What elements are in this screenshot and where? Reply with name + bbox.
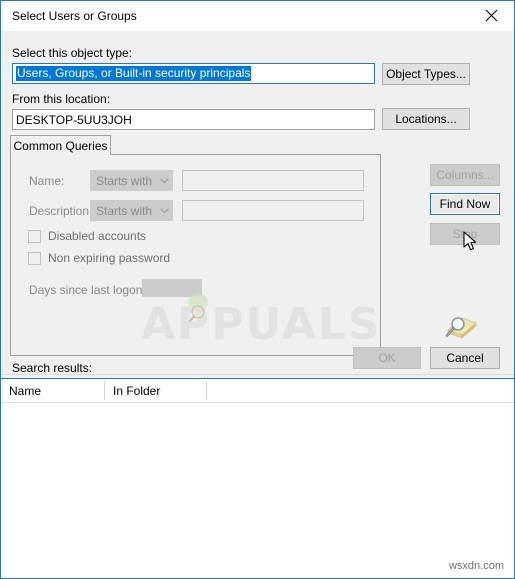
find-now-button[interactable]: Find Now [430, 193, 500, 215]
footer-divider [1, 374, 514, 375]
chevron-down-icon [155, 177, 173, 184]
non-expiring-password-checkbox[interactable]: Non expiring password [28, 251, 170, 265]
description-label: Description: [29, 204, 93, 218]
chevron-down-icon [155, 207, 173, 214]
columns-button[interactable]: Columns... [430, 164, 500, 186]
location-value: DESKTOP-5UU3JOH [16, 112, 132, 127]
ok-button[interactable]: OK [353, 347, 421, 369]
object-type-value: Users, Groups, or Built-in security prin… [16, 66, 252, 81]
stop-button[interactable]: Stop [430, 223, 500, 245]
locations-button[interactable]: Locations... [382, 108, 470, 130]
name-value-input[interactable] [182, 170, 364, 191]
search-results-label: Search results: [12, 361, 93, 375]
column-header-in-folder[interactable]: In Folder [105, 379, 206, 402]
non-expiring-password-label: Non expiring password [48, 251, 171, 265]
title-bar: Select Users or Groups [1, 1, 514, 31]
search-results-list[interactable]: Name In Folder [1, 378, 514, 578]
name-label: Name: [29, 174, 65, 188]
description-operator-value: Starts with [96, 203, 153, 218]
location-input[interactable]: DESKTOP-5UU3JOH [12, 109, 375, 130]
description-value-input[interactable] [182, 200, 364, 221]
object-type-input[interactable]: Users, Groups, or Built-in security prin… [12, 63, 375, 84]
name-operator-select[interactable]: Starts with [90, 170, 173, 191]
magnifier-key-icon [440, 314, 478, 342]
object-types-button[interactable]: Object Types... [382, 63, 470, 85]
object-type-label: Select this object type: [12, 46, 133, 60]
disabled-accounts-checkbox[interactable]: Disabled accounts [28, 229, 146, 243]
window-title: Select Users or Groups [12, 9, 137, 23]
tab-selected-joint [11, 153, 110, 155]
tab-common-queries[interactable]: Common Queries [10, 135, 111, 155]
days-since-last-logon-label: Days since last logon: [29, 283, 146, 297]
dialog-body: Select this object type: Users, Groups, … [1, 31, 514, 578]
description-operator-select[interactable]: Starts with [90, 200, 173, 221]
column-divider[interactable] [206, 381, 207, 400]
results-column-header: Name In Folder [1, 379, 514, 403]
wsxdn-watermark: wsxdn.com [448, 560, 504, 572]
checkbox-box [28, 251, 41, 265]
location-label: From this location: [12, 92, 111, 106]
close-icon [485, 9, 498, 22]
checkbox-box [28, 229, 41, 243]
name-operator-value: Starts with [96, 173, 153, 188]
tab-strip: Common Queries [10, 135, 381, 155]
disabled-accounts-label: Disabled accounts [48, 229, 147, 243]
cancel-button[interactable]: Cancel [430, 347, 500, 369]
days-since-last-logon-select[interactable] [142, 279, 202, 297]
select-users-or-groups-dialog: Select Users or Groups Select this objec… [0, 0, 515, 579]
close-button[interactable] [469, 1, 514, 30]
column-header-name[interactable]: Name [1, 379, 104, 402]
